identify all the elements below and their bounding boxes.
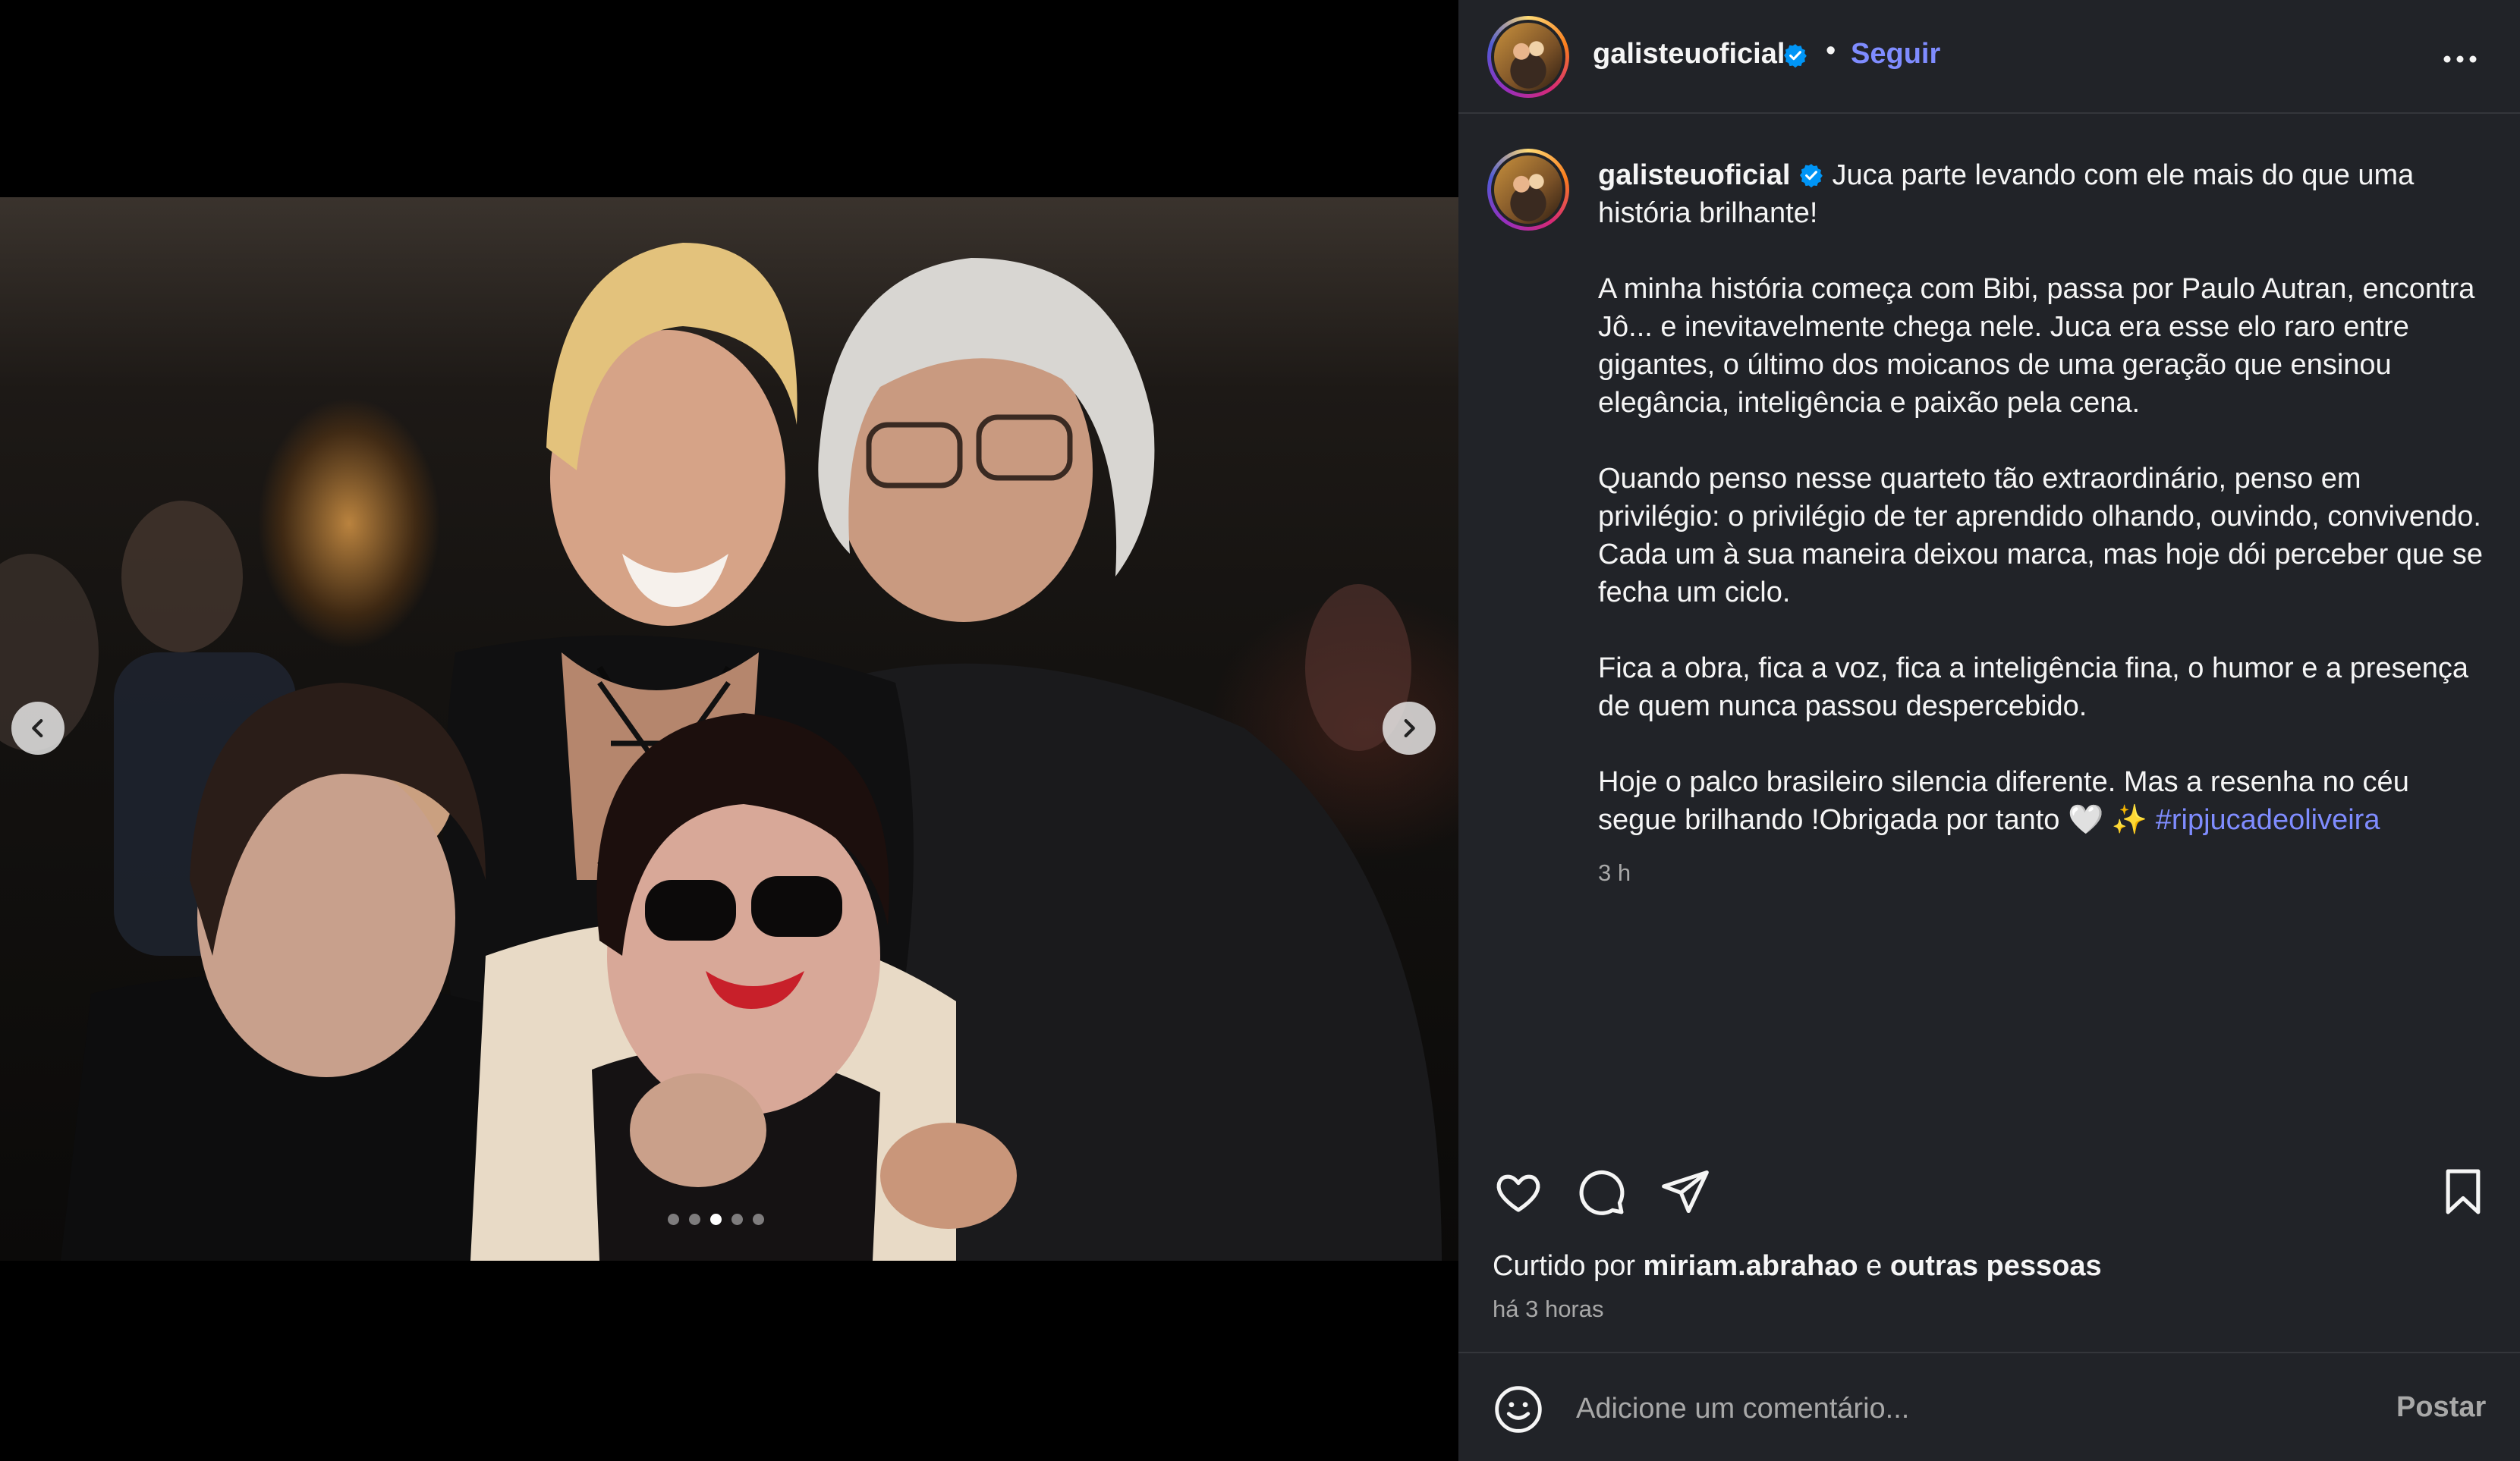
carousel-dot — [753, 1214, 764, 1225]
comment-bubble-icon[interactable] — [1575, 1166, 1627, 1218]
caption-paragraph: Fica a obra, fica a voz, fica a inteligê… — [1598, 652, 2468, 722]
more-options-icon[interactable] — [2437, 44, 2483, 74]
post-caption: galisteuoficial Juca parte levando com e… — [1598, 156, 2490, 839]
verified-badge-icon — [1783, 44, 1807, 68]
follow-button[interactable]: Seguir — [1851, 38, 1940, 71]
caption-paragraph: Hoje o palco brasileiro silencia diferen… — [1598, 763, 2490, 839]
author-username[interactable]: galisteuoficial — [1593, 38, 1785, 71]
action-bar — [1458, 1153, 2520, 1229]
chevron-left-icon — [32, 718, 43, 738]
carousel-dot — [668, 1214, 679, 1225]
author-avatar[interactable] — [1487, 16, 1569, 98]
caption-author-avatar[interactable] — [1487, 149, 1569, 231]
comment-input[interactable] — [1576, 1376, 2335, 1441]
liked-by-user-link[interactable]: miriam.abrahao — [1644, 1250, 1858, 1282]
post-comment-button[interactable]: Postar — [2396, 1391, 2486, 1424]
carousel-prev-button[interactable] — [11, 702, 64, 755]
caption-paragraph: Quando penso nesse quarteto tão extraord… — [1598, 463, 2483, 608]
carousel-indicator — [668, 1214, 764, 1225]
post-photo[interactable] — [0, 197, 1458, 1261]
caption-paragraph: A minha história começa com Bibi, passa … — [1598, 273, 2475, 419]
caption-paragraph: galisteuoficial Juca parte levando com e… — [1598, 156, 2490, 232]
carousel-dot — [731, 1214, 743, 1225]
liked-by-text: Curtido por miriam.abrahao e outras pess… — [1493, 1250, 2102, 1283]
chevron-right-icon — [1404, 718, 1415, 738]
media-panel — [0, 0, 1458, 1461]
liked-by-others-link[interactable]: outras pessoas — [1890, 1250, 2102, 1282]
caption-username[interactable]: galisteuoficial — [1598, 159, 1790, 191]
liked-by-conjunction: e — [1866, 1250, 1883, 1282]
comment-bar: Postar — [1458, 1352, 2520, 1461]
post-header: galisteuoficial • Seguir — [1458, 0, 2520, 114]
emoji-icon[interactable] — [1493, 1384, 1544, 1435]
carousel-next-button[interactable] — [1383, 702, 1436, 755]
caption-timestamp[interactable]: 3 h — [1598, 859, 1631, 887]
bookmark-icon[interactable] — [2437, 1166, 2489, 1218]
posted-ago[interactable]: há 3 horas — [1493, 1296, 1604, 1323]
photo-illustration — [0, 243, 1442, 1261]
hashtag-link[interactable]: #ripjucadeoliveira — [2156, 804, 2380, 836]
liked-by-prefix: Curtido por — [1493, 1250, 1635, 1282]
carousel-dot — [689, 1214, 700, 1225]
instagram-post-modal: galisteuoficial • Seguir galisteuoficial… — [0, 0, 2520, 1461]
carousel-dot-active — [710, 1214, 722, 1225]
verified-badge-icon — [1799, 164, 1823, 188]
header-separator: • — [1826, 35, 1836, 67]
post-sidebar: galisteuoficial • Seguir galisteuoficial… — [1458, 0, 2520, 1461]
heart-icon[interactable] — [1493, 1166, 1544, 1218]
paper-plane-icon[interactable] — [1660, 1166, 1711, 1218]
